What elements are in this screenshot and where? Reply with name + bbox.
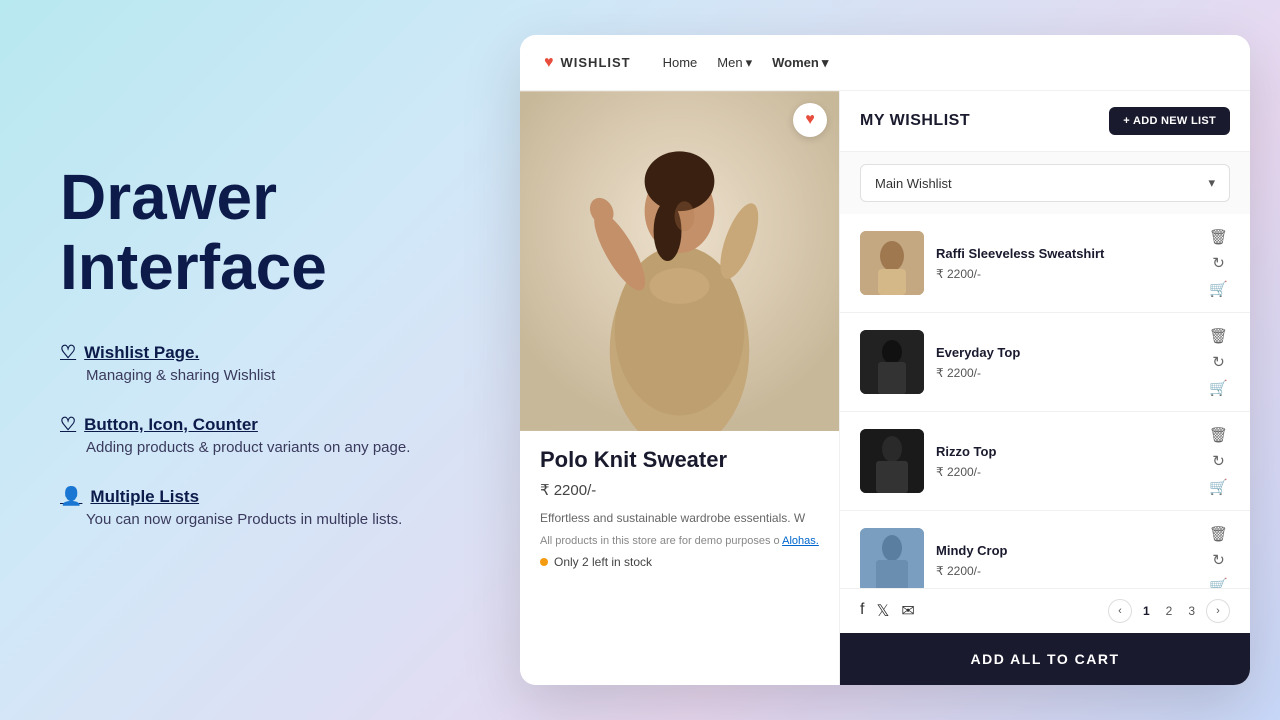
item-details: Everyday Top ₹ 2200/- — [936, 345, 1195, 380]
next-page-button[interactable]: › — [1206, 599, 1230, 623]
wishlist-panel: MY WISHLIST + ADD NEW LIST Main Wishlist… — [840, 91, 1250, 685]
nav-logo: ♥ WISHLIST — [544, 54, 631, 72]
delete-button[interactable]: 🗑 — [1207, 424, 1230, 446]
dropdown-arrow-icon: ▾ — [1208, 175, 1215, 191]
add-all-to-cart-button[interactable]: ADD ALL TO CART — [840, 633, 1250, 685]
wishlist-title: MY WISHLIST — [860, 112, 970, 130]
list-item: Mindy Crop ₹ 2200/- 🗑 ↻ 🛒 — [840, 511, 1250, 588]
email-icon[interactable]: ✉ — [901, 601, 914, 621]
product-info: Polo Knit Sweater ₹ 2200/- Effortless an… — [520, 431, 839, 585]
wishlist-footer-top: f 𝕏 ✉ ‹ 1 2 3 › — [840, 589, 1250, 633]
wishlist-footer: f 𝕏 ✉ ‹ 1 2 3 › ADD ALL TO CART — [840, 588, 1250, 685]
item-thumbnail — [860, 528, 924, 588]
left-panel: Drawer Interface ♡ Wishlist Page. Managi… — [0, 102, 520, 619]
page-title: Drawer Interface — [60, 162, 460, 303]
user-icon: 👤 — [60, 486, 82, 507]
feature-wishlist-desc: Managing & sharing Wishlist — [60, 367, 460, 384]
stock-indicator: Only 2 left in stock — [540, 555, 819, 569]
wishlist-header: MY WISHLIST + ADD NEW LIST — [840, 91, 1250, 152]
add-to-cart-button[interactable]: 🛒 — [1207, 575, 1230, 588]
feature-lists-link[interactable]: 👤 Multiple Lists — [60, 486, 460, 507]
nav-men[interactable]: Men ▾ — [717, 55, 752, 71]
item-actions: 🗑 ↻ 🛒 — [1207, 523, 1230, 588]
add-new-list-button[interactable]: + ADD NEW LIST — [1109, 107, 1230, 135]
list-item: Raffi Sleeveless Sweatshirt ₹ 2200/- 🗑 ↻… — [840, 214, 1250, 313]
item-actions: 🗑 ↻ 🛒 — [1207, 424, 1230, 498]
browser-card: ♥ WISHLIST Home Men ▾ Women ▾ — [520, 35, 1250, 685]
item-actions: 🗑 ↻ 🛒 — [1207, 226, 1230, 300]
page-2[interactable]: 2 — [1161, 602, 1178, 620]
list-item: Rizzo Top ₹ 2200/- 🗑 ↻ 🛒 — [840, 412, 1250, 511]
item-actions: 🗑 ↻ 🛒 — [1207, 325, 1230, 399]
delete-button[interactable]: 🗑 — [1207, 523, 1230, 545]
feature-lists-desc: You can now organise Products in multipl… — [60, 511, 460, 528]
delete-button[interactable]: 🗑 — [1207, 325, 1230, 347]
item-details: Mindy Crop ₹ 2200/- — [936, 543, 1195, 578]
page-1[interactable]: 1 — [1138, 602, 1155, 620]
heart-icon: ♡ — [60, 342, 76, 363]
feature-wishlist-link[interactable]: ♡ Wishlist Page. — [60, 342, 460, 363]
twitter-icon[interactable]: 𝕏 — [876, 601, 889, 621]
nav-links: Home Men ▾ Women ▾ — [663, 55, 829, 71]
refresh-button[interactable]: ↻ — [1210, 450, 1227, 472]
navbar: ♥ WISHLIST Home Men ▾ Women ▾ — [520, 35, 1250, 91]
main-content: ♥ Polo Knit Sweater ₹ 2200/- Effortless … — [520, 91, 1250, 685]
chevron-down-icon: ▾ — [746, 55, 753, 71]
product-image — [520, 91, 839, 431]
product-note-link[interactable]: Alohas. — [782, 535, 819, 547]
add-to-cart-button[interactable]: 🛒 — [1207, 476, 1230, 498]
nav-home[interactable]: Home — [663, 55, 698, 70]
stock-dot-icon — [540, 558, 548, 566]
item-thumbnail — [860, 429, 924, 493]
feature-wishlist: ♡ Wishlist Page. Managing & sharing Wish… — [60, 342, 460, 384]
feature-button: ♡ Button, Icon, Counter Adding products … — [60, 414, 460, 456]
item-thumbnail — [860, 330, 924, 394]
heart-outline-icon: ♡ — [60, 414, 76, 435]
product-description: Effortless and sustainable wardrobe esse… — [540, 509, 819, 527]
delete-button[interactable]: 🗑 — [1207, 226, 1230, 248]
product-section: ♥ Polo Knit Sweater ₹ 2200/- Effortless … — [520, 91, 840, 685]
item-thumbnail — [860, 231, 924, 295]
product-name: Polo Knit Sweater — [540, 447, 819, 473]
feature-button-link[interactable]: ♡ Button, Icon, Counter — [60, 414, 460, 435]
page-3[interactable]: 3 — [1183, 602, 1200, 620]
facebook-icon[interactable]: f — [860, 601, 864, 621]
item-details: Raffi Sleeveless Sweatshirt ₹ 2200/- — [936, 246, 1195, 281]
wishlist-dropdown[interactable]: Main Wishlist ▾ — [860, 164, 1230, 202]
refresh-button[interactable]: ↻ — [1210, 351, 1227, 373]
add-to-cart-button[interactable]: 🛒 — [1207, 377, 1230, 399]
product-price: ₹ 2200/- — [540, 481, 819, 499]
prev-page-button[interactable]: ‹ — [1108, 599, 1132, 623]
add-to-cart-button[interactable]: 🛒 — [1207, 278, 1230, 300]
wishlist-items-list: Raffi Sleeveless Sweatshirt ₹ 2200/- 🗑 ↻… — [840, 214, 1250, 588]
feature-lists: 👤 Multiple Lists You can now organise Pr… — [60, 486, 460, 528]
pagination: ‹ 1 2 3 › — [1108, 599, 1230, 623]
wishlist-toggle-button[interactable]: ♥ — [793, 103, 827, 137]
product-image-container: ♥ — [520, 91, 839, 431]
nav-heart-icon: ♥ — [544, 54, 555, 72]
social-icons: f 𝕏 ✉ — [860, 601, 915, 621]
feature-button-desc: Adding products & product variants on an… — [60, 439, 460, 456]
nav-women[interactable]: Women ▾ — [772, 55, 828, 71]
list-item: Everyday Top ₹ 2200/- 🗑 ↻ 🛒 — [840, 313, 1250, 412]
product-note: All products in this store are for demo … — [540, 535, 819, 547]
item-details: Rizzo Top ₹ 2200/- — [936, 444, 1195, 479]
chevron-down-icon: ▾ — [822, 55, 829, 71]
refresh-button[interactable]: ↻ — [1210, 549, 1227, 571]
refresh-button[interactable]: ↻ — [1210, 252, 1227, 274]
